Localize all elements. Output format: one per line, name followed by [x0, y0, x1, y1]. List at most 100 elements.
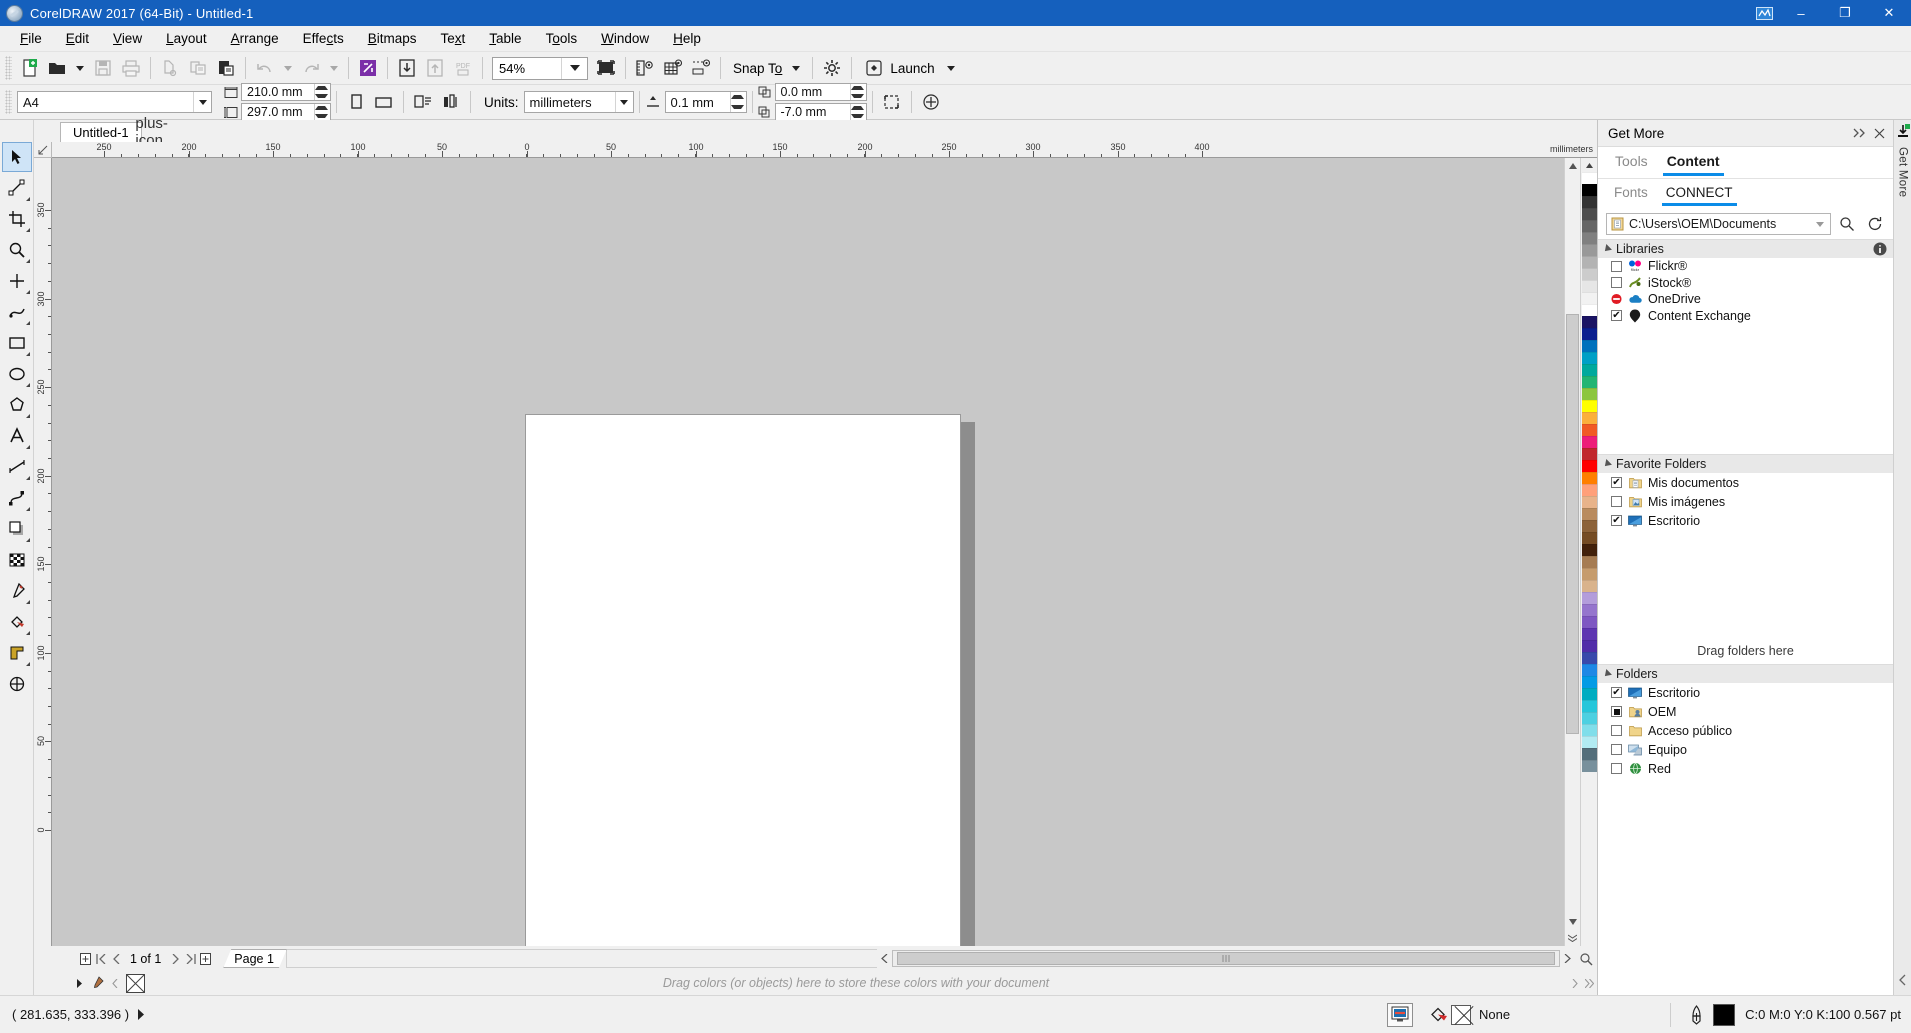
- freehand-tool[interactable]: [2, 266, 32, 296]
- list-item[interactable]: Red: [1598, 759, 1893, 778]
- palette-prev-button[interactable]: [107, 973, 123, 993]
- palette-swatch[interactable]: [1581, 652, 1597, 664]
- menu-help[interactable]: Help: [661, 27, 713, 50]
- blocked-onedrive[interactable]: [1611, 294, 1622, 305]
- page-width-input[interactable]: [242, 84, 314, 100]
- print-button[interactable]: [117, 54, 145, 82]
- list-item[interactable]: Escritorio: [1598, 683, 1893, 702]
- text-tool[interactable]: [2, 421, 32, 451]
- palette-swatch[interactable]: [1581, 172, 1597, 184]
- polygon-tool[interactable]: [2, 390, 32, 420]
- drawing-canvas[interactable]: [52, 158, 1564, 946]
- all-pages-button[interactable]: [409, 88, 437, 116]
- transparency-tool[interactable]: [2, 545, 32, 575]
- checkbox-escritorio[interactable]: [1611, 687, 1622, 698]
- page-height-input[interactable]: [242, 104, 314, 120]
- palette-swatch[interactable]: [1581, 628, 1597, 640]
- units-input[interactable]: [524, 92, 615, 112]
- checkbox-equipo[interactable]: [1611, 744, 1622, 755]
- page-height-field[interactable]: [241, 103, 331, 121]
- folders-header[interactable]: Folders: [1598, 664, 1893, 683]
- page-height-spinner[interactable]: [314, 104, 328, 120]
- paste-button[interactable]: [212, 54, 240, 82]
- tab-content[interactable]: Content: [1660, 149, 1727, 176]
- docker-collapse-button[interactable]: [1849, 122, 1869, 144]
- status-expand-button[interactable]: [129, 1009, 153, 1020]
- palette-swatch[interactable]: [1581, 220, 1597, 232]
- open-dropdown-button[interactable]: [71, 54, 89, 82]
- smart-fill-tool[interactable]: [2, 638, 32, 668]
- vscroll-track[interactable]: [1565, 174, 1580, 914]
- add-page-end-button[interactable]: [198, 949, 213, 969]
- list-item[interactable]: Equipo: [1598, 740, 1893, 759]
- palette-swatch[interactable]: [1581, 760, 1597, 772]
- scroll-up-button[interactable]: [1565, 158, 1580, 174]
- palette-swatch[interactable]: [1581, 388, 1597, 400]
- palette-swatch[interactable]: [1581, 640, 1597, 652]
- maximize-button[interactable]: ❐: [1823, 0, 1867, 26]
- interactive-fill-tool[interactable]: [2, 607, 32, 637]
- first-page-button[interactable]: [93, 949, 108, 969]
- refresh-circular-icon[interactable]: [1863, 212, 1887, 236]
- palette-swatch[interactable]: [1581, 676, 1597, 688]
- favorite-folders-header[interactable]: Favorite Folders: [1598, 454, 1893, 473]
- show-guidelines-button[interactable]: [687, 54, 715, 82]
- drop-shadow-tool[interactable]: [2, 514, 32, 544]
- duplicate-x-input[interactable]: [775, 84, 850, 100]
- undo-dropdown-button[interactable]: [279, 54, 297, 82]
- hscroll-thumb[interactable]: [897, 952, 1555, 965]
- palette-swatch[interactable]: [1581, 448, 1597, 460]
- color-proof-monitor-icon[interactable]: [1387, 1002, 1414, 1027]
- palette-swatch[interactable]: [1581, 544, 1597, 556]
- docker-edge-label[interactable]: Get More: [1897, 147, 1909, 197]
- palette-swatch[interactable]: [1581, 592, 1597, 604]
- duplicate-y-spinner[interactable]: [849, 104, 864, 120]
- last-page-button[interactable]: [183, 949, 198, 969]
- list-item[interactable]: Mis documentos: [1598, 473, 1893, 492]
- duplicate-x-spinner[interactable]: [849, 84, 864, 100]
- show-rulers-button[interactable]: [631, 54, 659, 82]
- palette-swatch[interactable]: [1581, 736, 1597, 748]
- menu-tools[interactable]: Tools: [534, 27, 590, 50]
- document-page[interactable]: [525, 414, 961, 946]
- checkbox-mis-documentos[interactable]: [1611, 477, 1622, 488]
- scroll-expand-button[interactable]: [1565, 930, 1580, 946]
- search-content-button[interactable]: [354, 54, 382, 82]
- palette-swatch[interactable]: [1581, 616, 1597, 628]
- page-size-combo[interactable]: [17, 91, 212, 113]
- previous-page-button[interactable]: [108, 949, 123, 969]
- checkbox-acceso-publico[interactable]: [1611, 725, 1622, 736]
- palette-swatch[interactable]: [1581, 580, 1597, 592]
- palette-swatch[interactable]: [1581, 520, 1597, 532]
- next-page-button[interactable]: [168, 949, 183, 969]
- redo-button[interactable]: [297, 54, 325, 82]
- menu-table[interactable]: Table: [477, 27, 533, 50]
- palette-swatch[interactable]: [1581, 256, 1597, 268]
- menu-text[interactable]: Text: [429, 27, 478, 50]
- add-page-start-button[interactable]: [78, 949, 93, 969]
- palette-swatch[interactable]: [1581, 700, 1597, 712]
- path-dropdown-button[interactable]: [1812, 221, 1828, 227]
- palette-swatch[interactable]: [1581, 556, 1597, 568]
- hscroll-right-button[interactable]: [1560, 949, 1575, 969]
- crop-tool[interactable]: [2, 204, 32, 234]
- save-button[interactable]: [89, 54, 117, 82]
- redo-dropdown-button[interactable]: [325, 54, 343, 82]
- tab-fonts[interactable]: Fonts: [1608, 182, 1654, 206]
- palette-swatch[interactable]: [1581, 472, 1597, 484]
- cut-button[interactable]: [156, 54, 184, 82]
- palette-scroll-up-button[interactable]: [1582, 158, 1597, 172]
- checkbox-flickr[interactable]: [1611, 260, 1622, 272]
- get-more-download-icon[interactable]: [1896, 124, 1910, 141]
- close-button[interactable]: ✕: [1867, 0, 1911, 26]
- page-size-input[interactable]: [18, 92, 193, 112]
- menu-arrange[interactable]: Arrange: [219, 27, 291, 50]
- scroll-down-button[interactable]: [1565, 914, 1580, 930]
- fullscreen-preview-button[interactable]: [592, 54, 620, 82]
- checkbox-red[interactable]: [1611, 763, 1622, 774]
- palette-swatch[interactable]: [1581, 196, 1597, 208]
- palette-swatch[interactable]: [1581, 712, 1597, 724]
- snap-to-button[interactable]: Snap To: [726, 55, 807, 81]
- vertical-scrollbar[interactable]: [1564, 158, 1580, 946]
- list-item[interactable]: Escritorio: [1598, 511, 1893, 530]
